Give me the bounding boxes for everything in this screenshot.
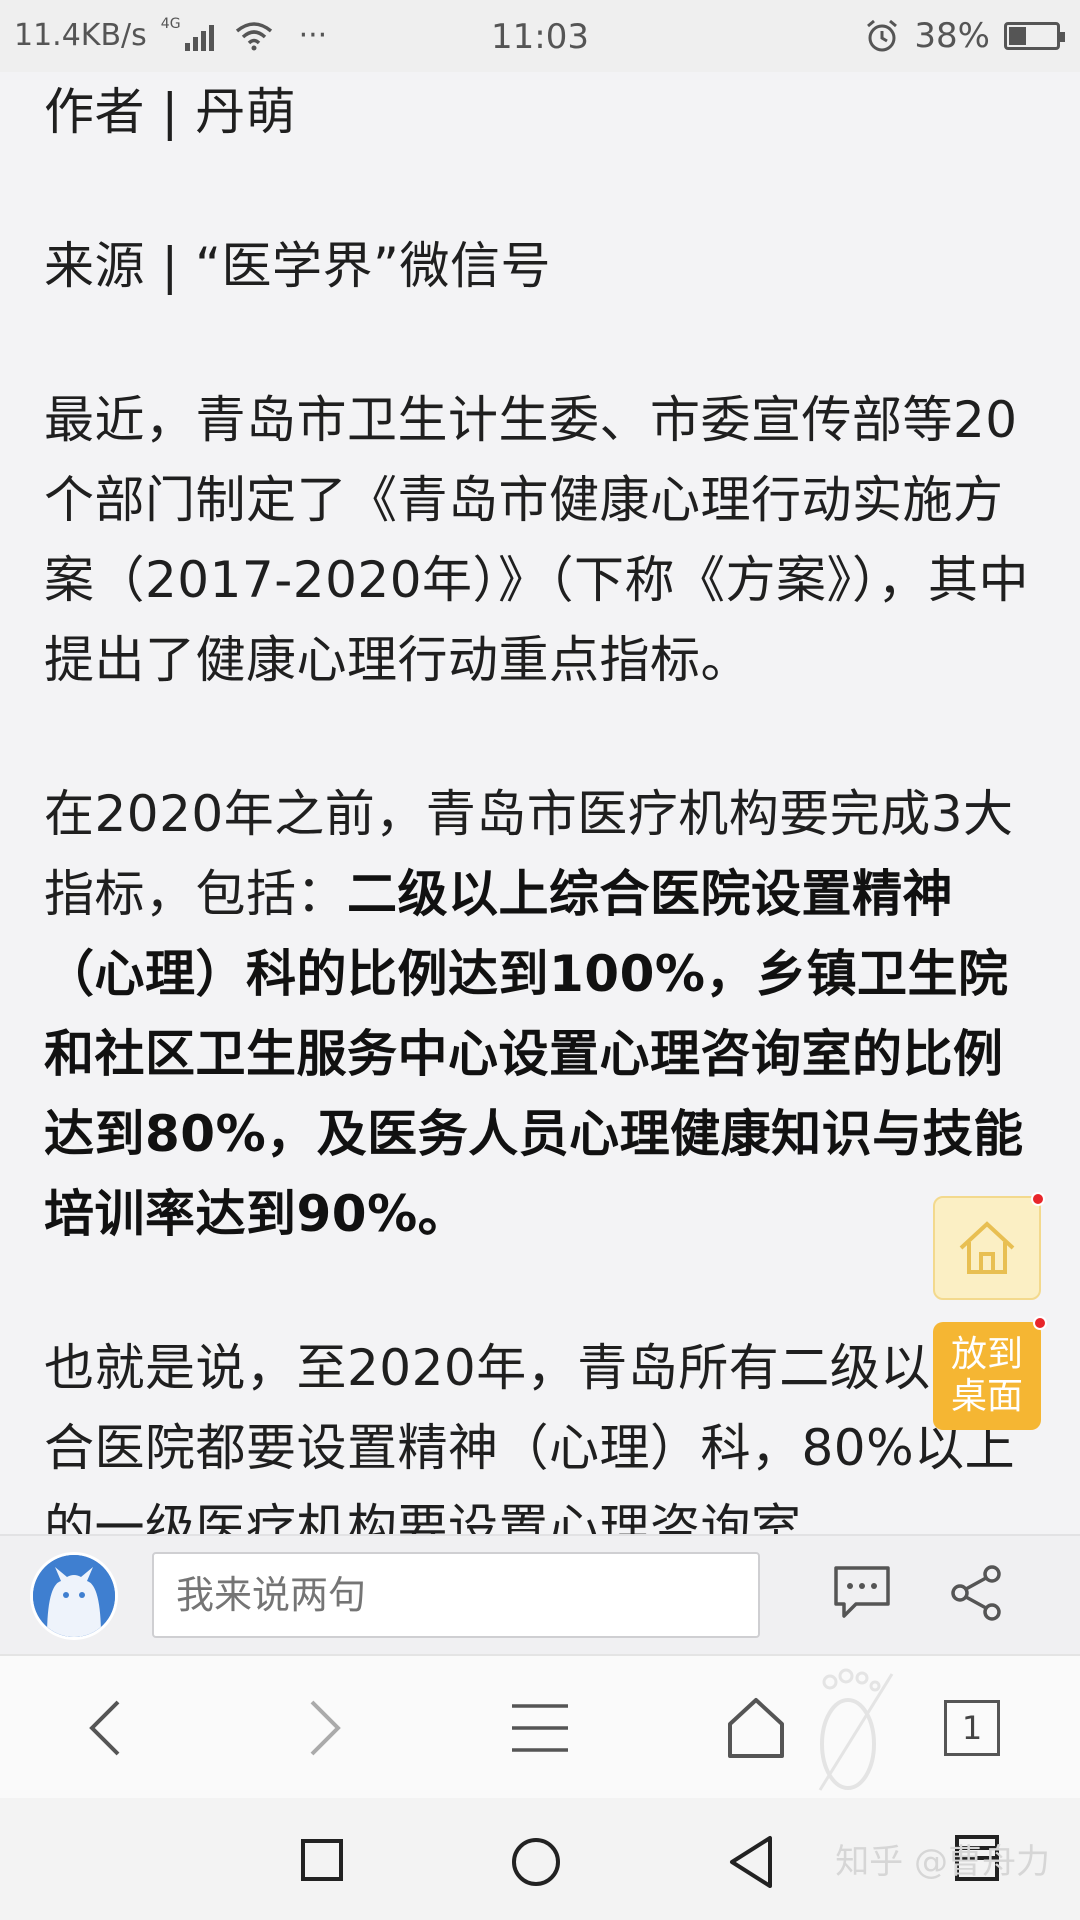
paragraph-3: 也就是说，至2020年，青岛所有二级以上综合医院都要设置精神（心理）科，80%以… (44, 1339, 1032, 1534)
add-to-desktop-label: 放到桌面 (950, 1334, 1023, 1417)
browser-toolbar: 1 (0, 1654, 1080, 1798)
add-to-desktop-button[interactable]: 放到桌面 (933, 1316, 1047, 1430)
tabs-button[interactable]: 1 (944, 1700, 1000, 1756)
foot-watermark-icon (818, 1668, 894, 1791)
system-nav-bar: 知乎 @曹舟力 (0, 1798, 1080, 1920)
avatar-icon (33, 1555, 115, 1637)
article-body: 作者 | 丹萌 来源 | “医学界”微信号 最近，青岛市卫生计生委、市委宣传部等… (44, 72, 1044, 1534)
paragraph-1: 最近，青岛市卫生计生委、市委宣传部等20个部门制定了《青岛市健康心理行动实施方案… (44, 391, 1030, 689)
back-triangle-icon[interactable] (726, 1834, 776, 1890)
recent-apps-icon[interactable] (300, 1838, 344, 1882)
avatar[interactable] (30, 1552, 118, 1640)
menu-icon[interactable] (508, 1696, 572, 1760)
home-circle-icon[interactable] (510, 1836, 562, 1888)
notification-dot (1031, 1192, 1045, 1206)
paragraph-2: 在2020年之前，青岛市医疗机构要完成3大指标，包括：二级以上综合医院设置精神（… (44, 774, 1044, 1254)
home-icon (959, 1221, 1015, 1274)
author-line: 作者 | 丹萌 (44, 83, 297, 141)
share-icon[interactable] (948, 1564, 1006, 1622)
comment-input[interactable] (152, 1552, 760, 1638)
home-icon[interactable] (726, 1696, 786, 1760)
notification-dot (1033, 1316, 1047, 1330)
comments-icon[interactable] (832, 1564, 892, 1620)
battery-level (1009, 27, 1027, 45)
back-icon[interactable] (82, 1696, 130, 1760)
forward-icon[interactable] (300, 1696, 348, 1760)
battery-percent: 38% (914, 16, 990, 56)
float-home-button[interactable] (933, 1192, 1045, 1300)
alarm-icon (867, 19, 898, 52)
source-line: 来源 | “医学界”微信号 (44, 237, 551, 295)
status-right: 38% (864, 16, 1065, 56)
zhihu-watermark: 知乎 @曹舟力 (835, 1842, 1050, 1882)
battery-icon (1004, 22, 1065, 50)
comment-bar (0, 1534, 1080, 1654)
status-bar: 11.4KB/s 4G ··· 11:03 38% (0, 0, 1080, 72)
